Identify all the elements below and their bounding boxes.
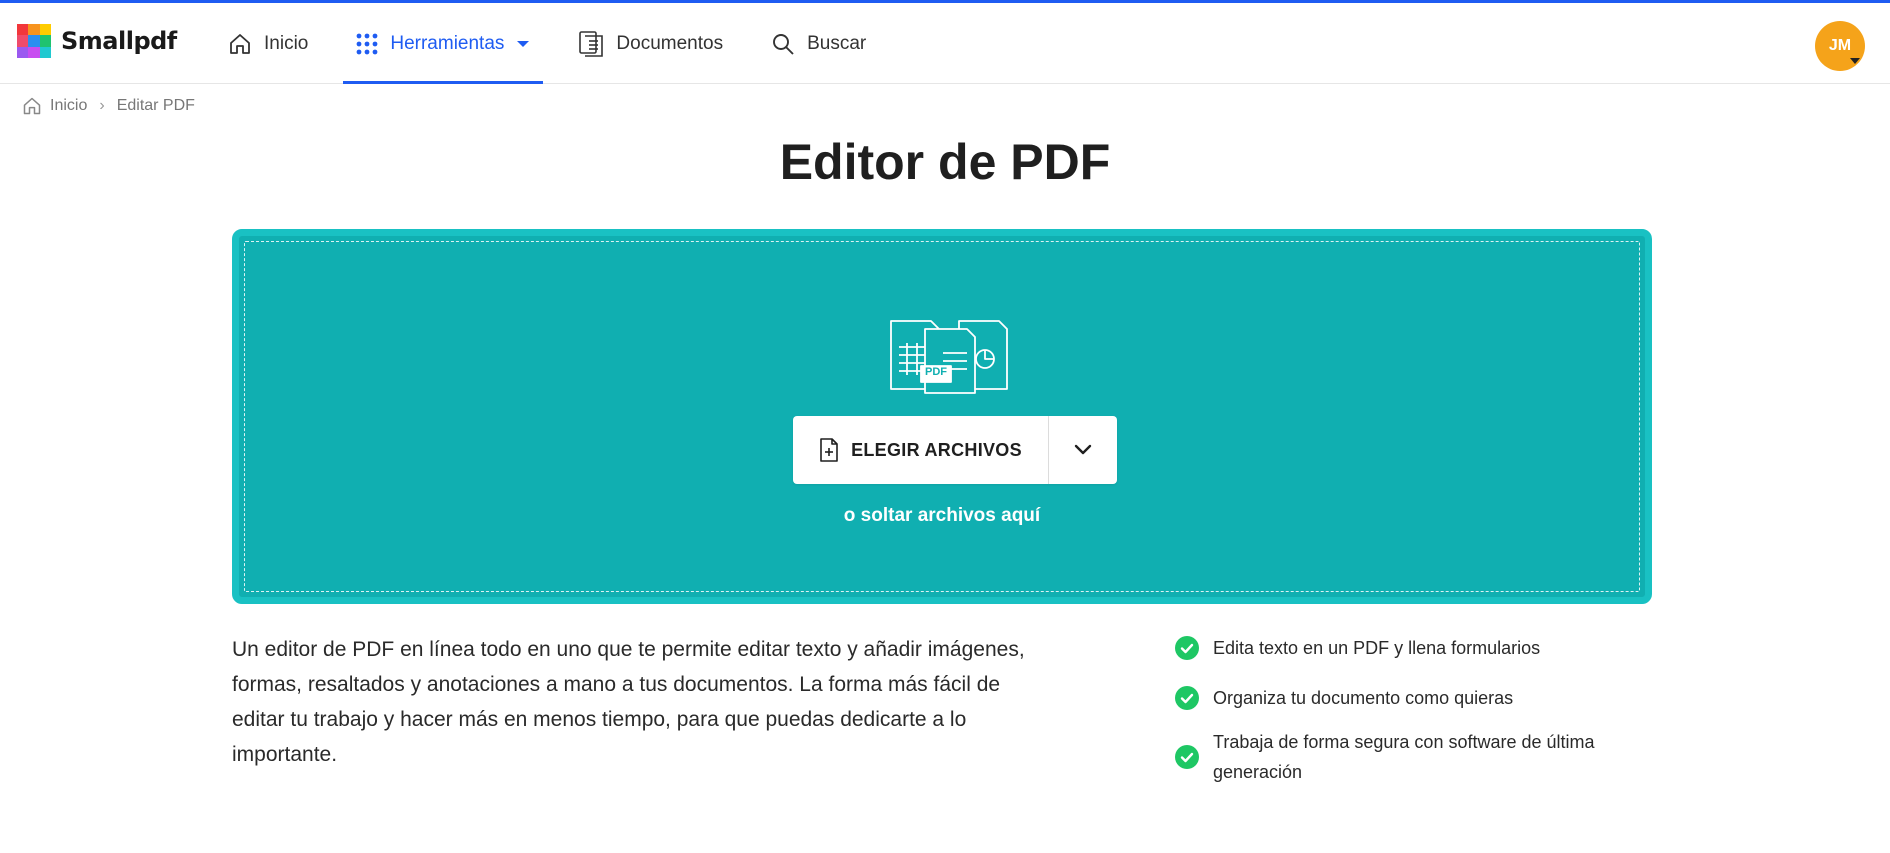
brand-name: Smallpdf bbox=[61, 27, 177, 55]
check-icon bbox=[1175, 636, 1199, 660]
search-icon bbox=[773, 33, 794, 55]
feature-text: Edita texto en un PDF y llena formulario… bbox=[1213, 638, 1541, 658]
feature-item: Organiza tu documento como quieras bbox=[1175, 683, 1655, 713]
choose-source-dropdown[interactable] bbox=[1049, 416, 1117, 484]
home-icon[interactable] bbox=[22, 96, 42, 116]
check-icon bbox=[1175, 686, 1199, 710]
documents-icon bbox=[579, 30, 604, 57]
nav-label: Documentos bbox=[616, 32, 724, 54]
chevron-down-icon bbox=[1074, 444, 1092, 455]
avatar-caret-icon[interactable] bbox=[1850, 58, 1860, 64]
breadcrumb-home-link[interactable]: Inicio bbox=[50, 97, 87, 115]
choose-files-label: ELEGIR ARCHIVOS bbox=[851, 439, 1022, 460]
nav-label: Herramientas bbox=[390, 32, 505, 54]
feature-text: Organiza tu documento como quieras bbox=[1213, 688, 1514, 708]
smallpdf-logo-icon bbox=[17, 24, 51, 58]
nav-inicio[interactable]: Inicio bbox=[215, 3, 321, 84]
nav-label: Buscar bbox=[807, 32, 867, 54]
caret-down-icon bbox=[517, 40, 530, 47]
choose-files-group: ELEGIR ARCHIVOS bbox=[793, 416, 1117, 484]
page-title: Editor de PDF bbox=[779, 134, 1111, 190]
pdf-badge: PDF bbox=[925, 366, 947, 378]
feature-list: Edita texto en un PDF y llena formulario… bbox=[1175, 633, 1655, 807]
header: Smallpdf Inicio Herramientas Documentos bbox=[0, 3, 1890, 84]
documents-illustration-icon bbox=[890, 320, 1008, 394]
choose-files-button[interactable]: ELEGIR ARCHIVOS bbox=[793, 416, 1048, 484]
feature-text: Trabaja de forma segura con software de … bbox=[1213, 732, 1595, 782]
file-dropzone[interactable]: PDF ELEGIR ARCHIVOS o soltar archivos aq… bbox=[232, 229, 1652, 604]
breadcrumb-separator: › bbox=[99, 97, 105, 114]
main-nav: Inicio Herramientas Documentos Buscar bbox=[215, 3, 901, 84]
home-icon bbox=[230, 33, 250, 54]
nav-buscar[interactable]: Buscar bbox=[758, 3, 879, 84]
drop-hint-text: o soltar archivos aquí bbox=[843, 505, 1041, 526]
brand-logo-link[interactable]: Smallpdf bbox=[17, 24, 177, 58]
nav-documentos[interactable]: Documentos bbox=[565, 3, 736, 84]
nav-herramientas[interactable]: Herramientas bbox=[343, 3, 544, 84]
tool-description: Un editor de PDF en línea todo en uno qu… bbox=[232, 638, 1025, 766]
grid-icon bbox=[356, 33, 378, 54]
feature-item: Edita texto en un PDF y llena formulario… bbox=[1175, 633, 1655, 663]
feature-item: Trabaja de forma segura con software de … bbox=[1175, 727, 1655, 787]
file-add-icon bbox=[820, 438, 838, 462]
dropzone-dashed-border: PDF ELEGIR ARCHIVOS o soltar archivos aq… bbox=[244, 241, 1640, 592]
nav-label: Inicio bbox=[264, 32, 309, 54]
check-icon bbox=[1175, 745, 1199, 769]
breadcrumb: Inicio › Editar PDF bbox=[22, 96, 195, 116]
avatar-initials: JM bbox=[1828, 37, 1852, 54]
breadcrumb-current: Editar PDF bbox=[116, 97, 195, 114]
